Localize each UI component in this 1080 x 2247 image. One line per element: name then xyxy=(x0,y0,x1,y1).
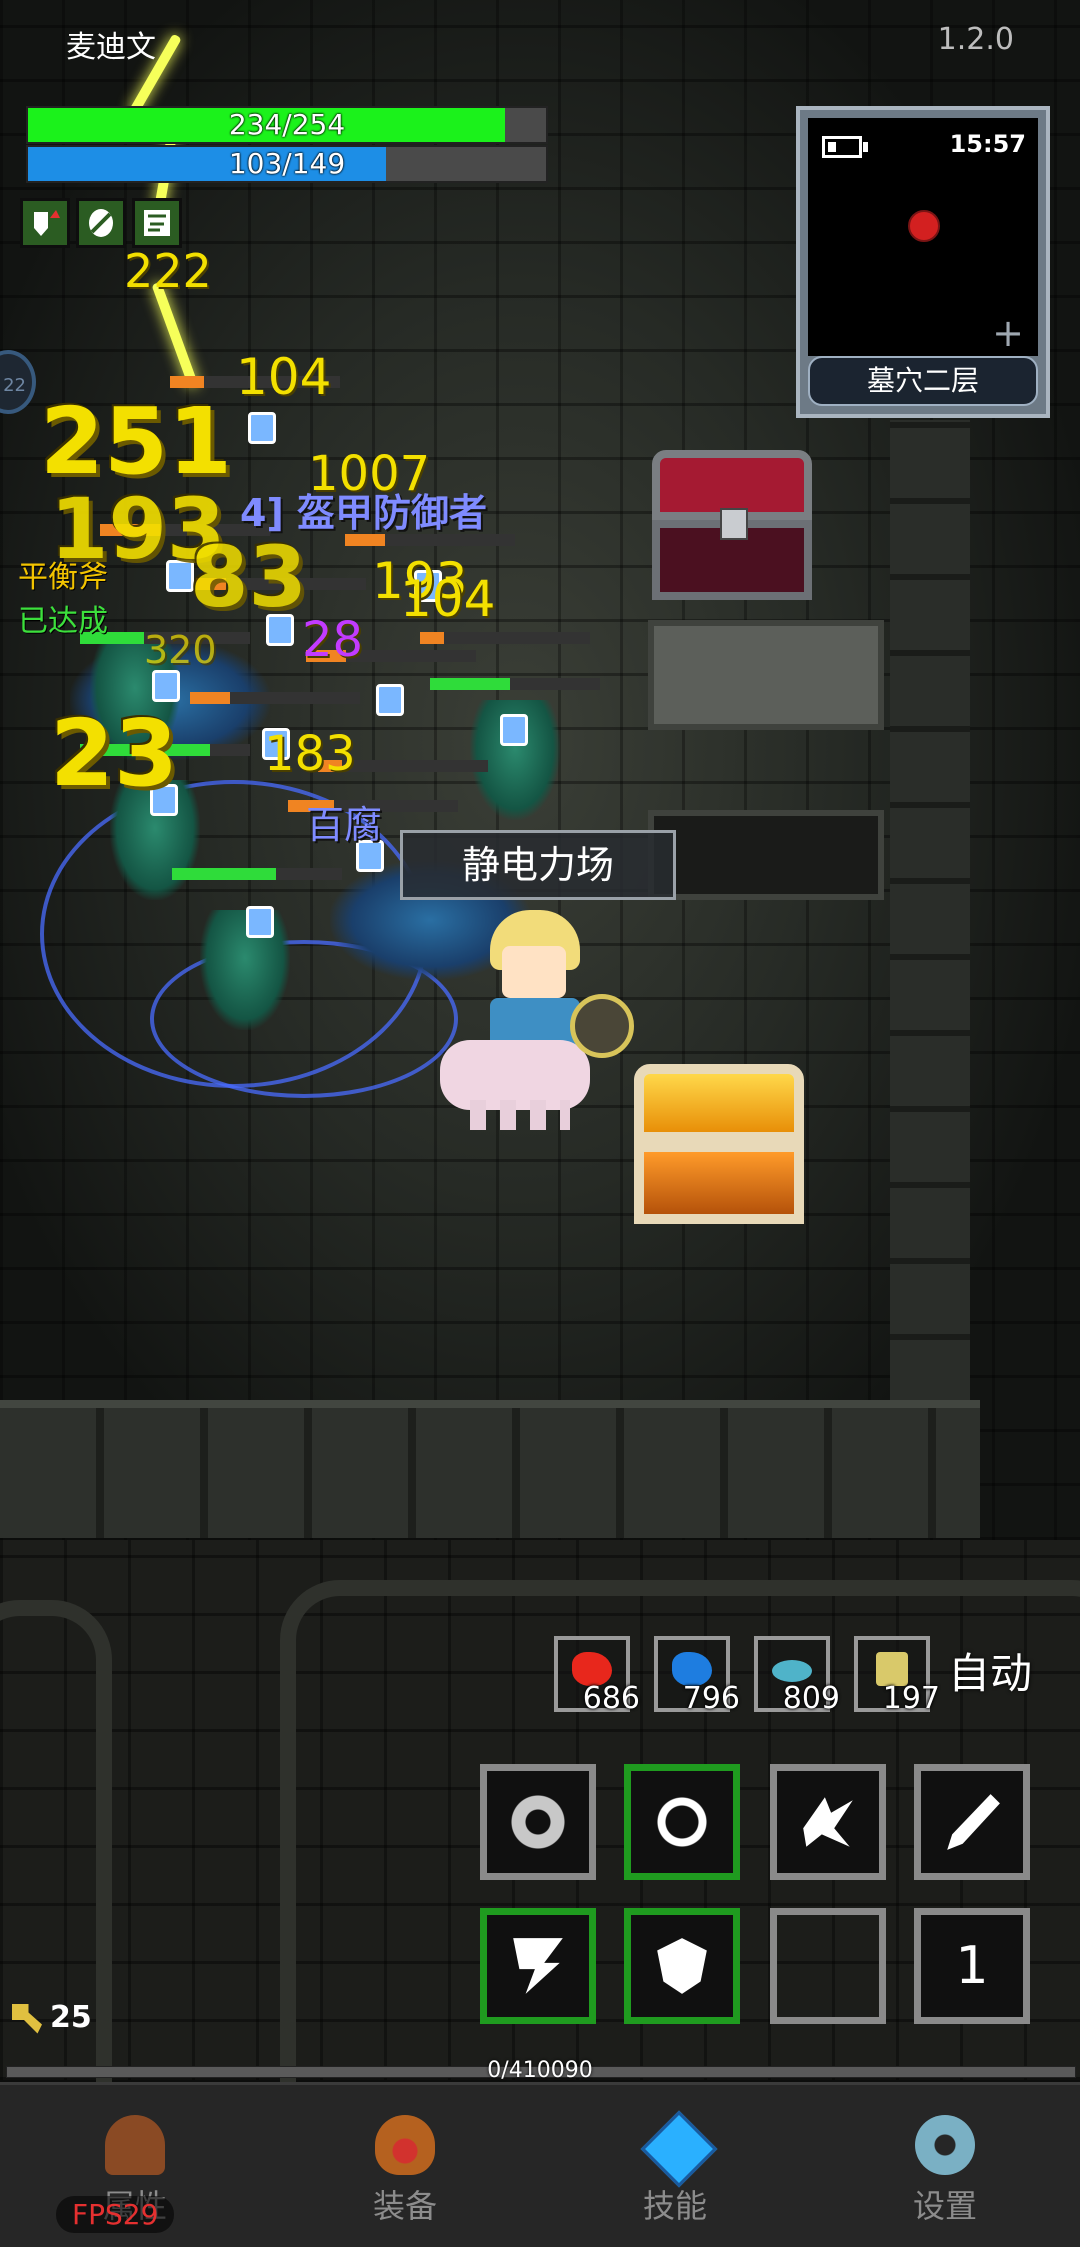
damage-number: 320 xyxy=(144,628,217,672)
clock-time: 15:57 xyxy=(949,130,1026,158)
helmet-icon xyxy=(105,2115,165,2175)
damage-number: 251 xyxy=(40,388,233,495)
expand-map-icon[interactable]: + xyxy=(992,314,1024,352)
dungeon-wall xyxy=(890,420,970,1410)
burst-skill-icon xyxy=(803,1797,853,1847)
nav-settings[interactable]: 设置 xyxy=(810,2085,1080,2247)
skill-shield-button[interactable] xyxy=(624,1908,740,2024)
mp-text: 103/149 xyxy=(228,147,346,180)
empty-skill-slot[interactable] xyxy=(770,1908,886,2024)
buff-list xyxy=(20,198,182,248)
damage-number: 222 xyxy=(124,244,212,298)
achievement-status: 已达成 xyxy=(18,604,108,639)
version-label: 1.2.0 xyxy=(937,22,1014,57)
scroll-slot[interactable]: 197 xyxy=(854,1636,940,1716)
nav-skills[interactable]: 技能 xyxy=(540,2085,810,2247)
skill-spear-button[interactable] xyxy=(914,1764,1030,1880)
map-buff-icon[interactable] xyxy=(132,198,182,248)
battery-icon xyxy=(822,136,868,158)
red-treasure-chest[interactable] xyxy=(652,450,812,600)
fish-icon xyxy=(772,1660,812,1682)
player-name: 麦迪文 xyxy=(66,30,156,65)
nav-equipment[interactable]: 装备 xyxy=(270,2085,540,2247)
key-icon xyxy=(12,2003,42,2034)
red-potion-slot[interactable]: 686 xyxy=(554,1636,640,1716)
skill-name-popup: 静电力场 xyxy=(400,830,676,900)
minimap-screen: 15:57 + xyxy=(808,118,1038,356)
target-marker-icon xyxy=(376,684,404,716)
fps-counter: FPS29 xyxy=(56,2196,175,2233)
target-marker-icon xyxy=(246,906,274,938)
monster-health-bar xyxy=(190,692,360,704)
skill-clock-button[interactable] xyxy=(624,1764,740,1880)
hp-bar: 234/254 xyxy=(26,106,548,144)
mp-bar: 103/149 xyxy=(26,145,548,183)
stone-arch xyxy=(0,1600,112,2116)
gear-icon xyxy=(915,2115,975,2175)
key-counter: 25 xyxy=(12,2000,92,2035)
damage-number: 104 xyxy=(400,570,496,628)
fish-slot[interactable]: 809 xyxy=(754,1636,840,1716)
skill-slot-number[interactable]: 1 xyxy=(914,1908,1030,2024)
nav-label: 装备 xyxy=(372,2187,437,2225)
green-armor-defender-monster[interactable] xyxy=(200,910,290,1030)
exp-text: 0/410090 xyxy=(487,2058,593,2083)
player-hero[interactable] xyxy=(430,910,634,1130)
armor-buff-icon[interactable] xyxy=(76,198,126,248)
stone-slab xyxy=(648,810,884,900)
nav-label: 设置 xyxy=(912,2187,977,2225)
bag-icon xyxy=(375,2115,435,2175)
skill-burst-button[interactable] xyxy=(770,1764,886,1880)
item-count: 197 xyxy=(882,1681,940,1716)
blue-potion-slot[interactable]: 796 xyxy=(654,1636,740,1716)
floor-name: 墓穴二层 xyxy=(808,356,1038,406)
skill-slot-label: 1 xyxy=(955,1936,989,1996)
monster-name-label: 百腐 xyxy=(306,803,383,847)
player-marker-icon xyxy=(908,210,940,242)
achievement-title: 平衡斧 xyxy=(18,560,108,595)
nav-label: 技能 xyxy=(642,2187,707,2225)
damage-number: 28 xyxy=(302,612,364,668)
target-marker-icon xyxy=(500,714,528,746)
skill-gear-button[interactable] xyxy=(480,1764,596,1880)
damage-number: 23 xyxy=(50,700,179,807)
gold-treasure-chest[interactable] xyxy=(634,1064,804,1224)
damage-number: 83 xyxy=(190,528,307,626)
minimap[interactable]: 15:57 + 墓穴二层 xyxy=(796,106,1050,418)
item-count: 796 xyxy=(682,1681,740,1716)
target-marker-icon xyxy=(152,670,180,702)
target-marker-icon xyxy=(248,412,276,444)
shield-up-buff-icon[interactable] xyxy=(20,198,70,248)
skill-lightning-button[interactable] xyxy=(480,1908,596,2024)
gear-skill-icon xyxy=(507,1791,569,1853)
damage-number: 183 xyxy=(264,726,356,782)
key-count: 25 xyxy=(50,2000,92,2035)
spear-skill-icon xyxy=(947,1794,1000,1850)
monster-health-bar xyxy=(420,632,590,644)
monster-health-bar xyxy=(172,868,342,880)
auto-button[interactable]: 自动 xyxy=(948,1636,1058,1712)
item-count: 686 xyxy=(582,1681,640,1716)
shield-skill-icon xyxy=(657,1938,707,1994)
floor-ledge xyxy=(0,1400,980,1538)
clock-skill-icon xyxy=(651,1791,713,1853)
monster-health-bar xyxy=(430,678,600,690)
damage-number: 104 xyxy=(236,348,332,406)
hp-text: 234/254 xyxy=(228,108,346,141)
lightning-skill-icon xyxy=(513,1938,563,1994)
stone-slab xyxy=(648,620,884,730)
gem-icon xyxy=(640,2110,718,2188)
item-count: 809 xyxy=(782,1681,840,1716)
